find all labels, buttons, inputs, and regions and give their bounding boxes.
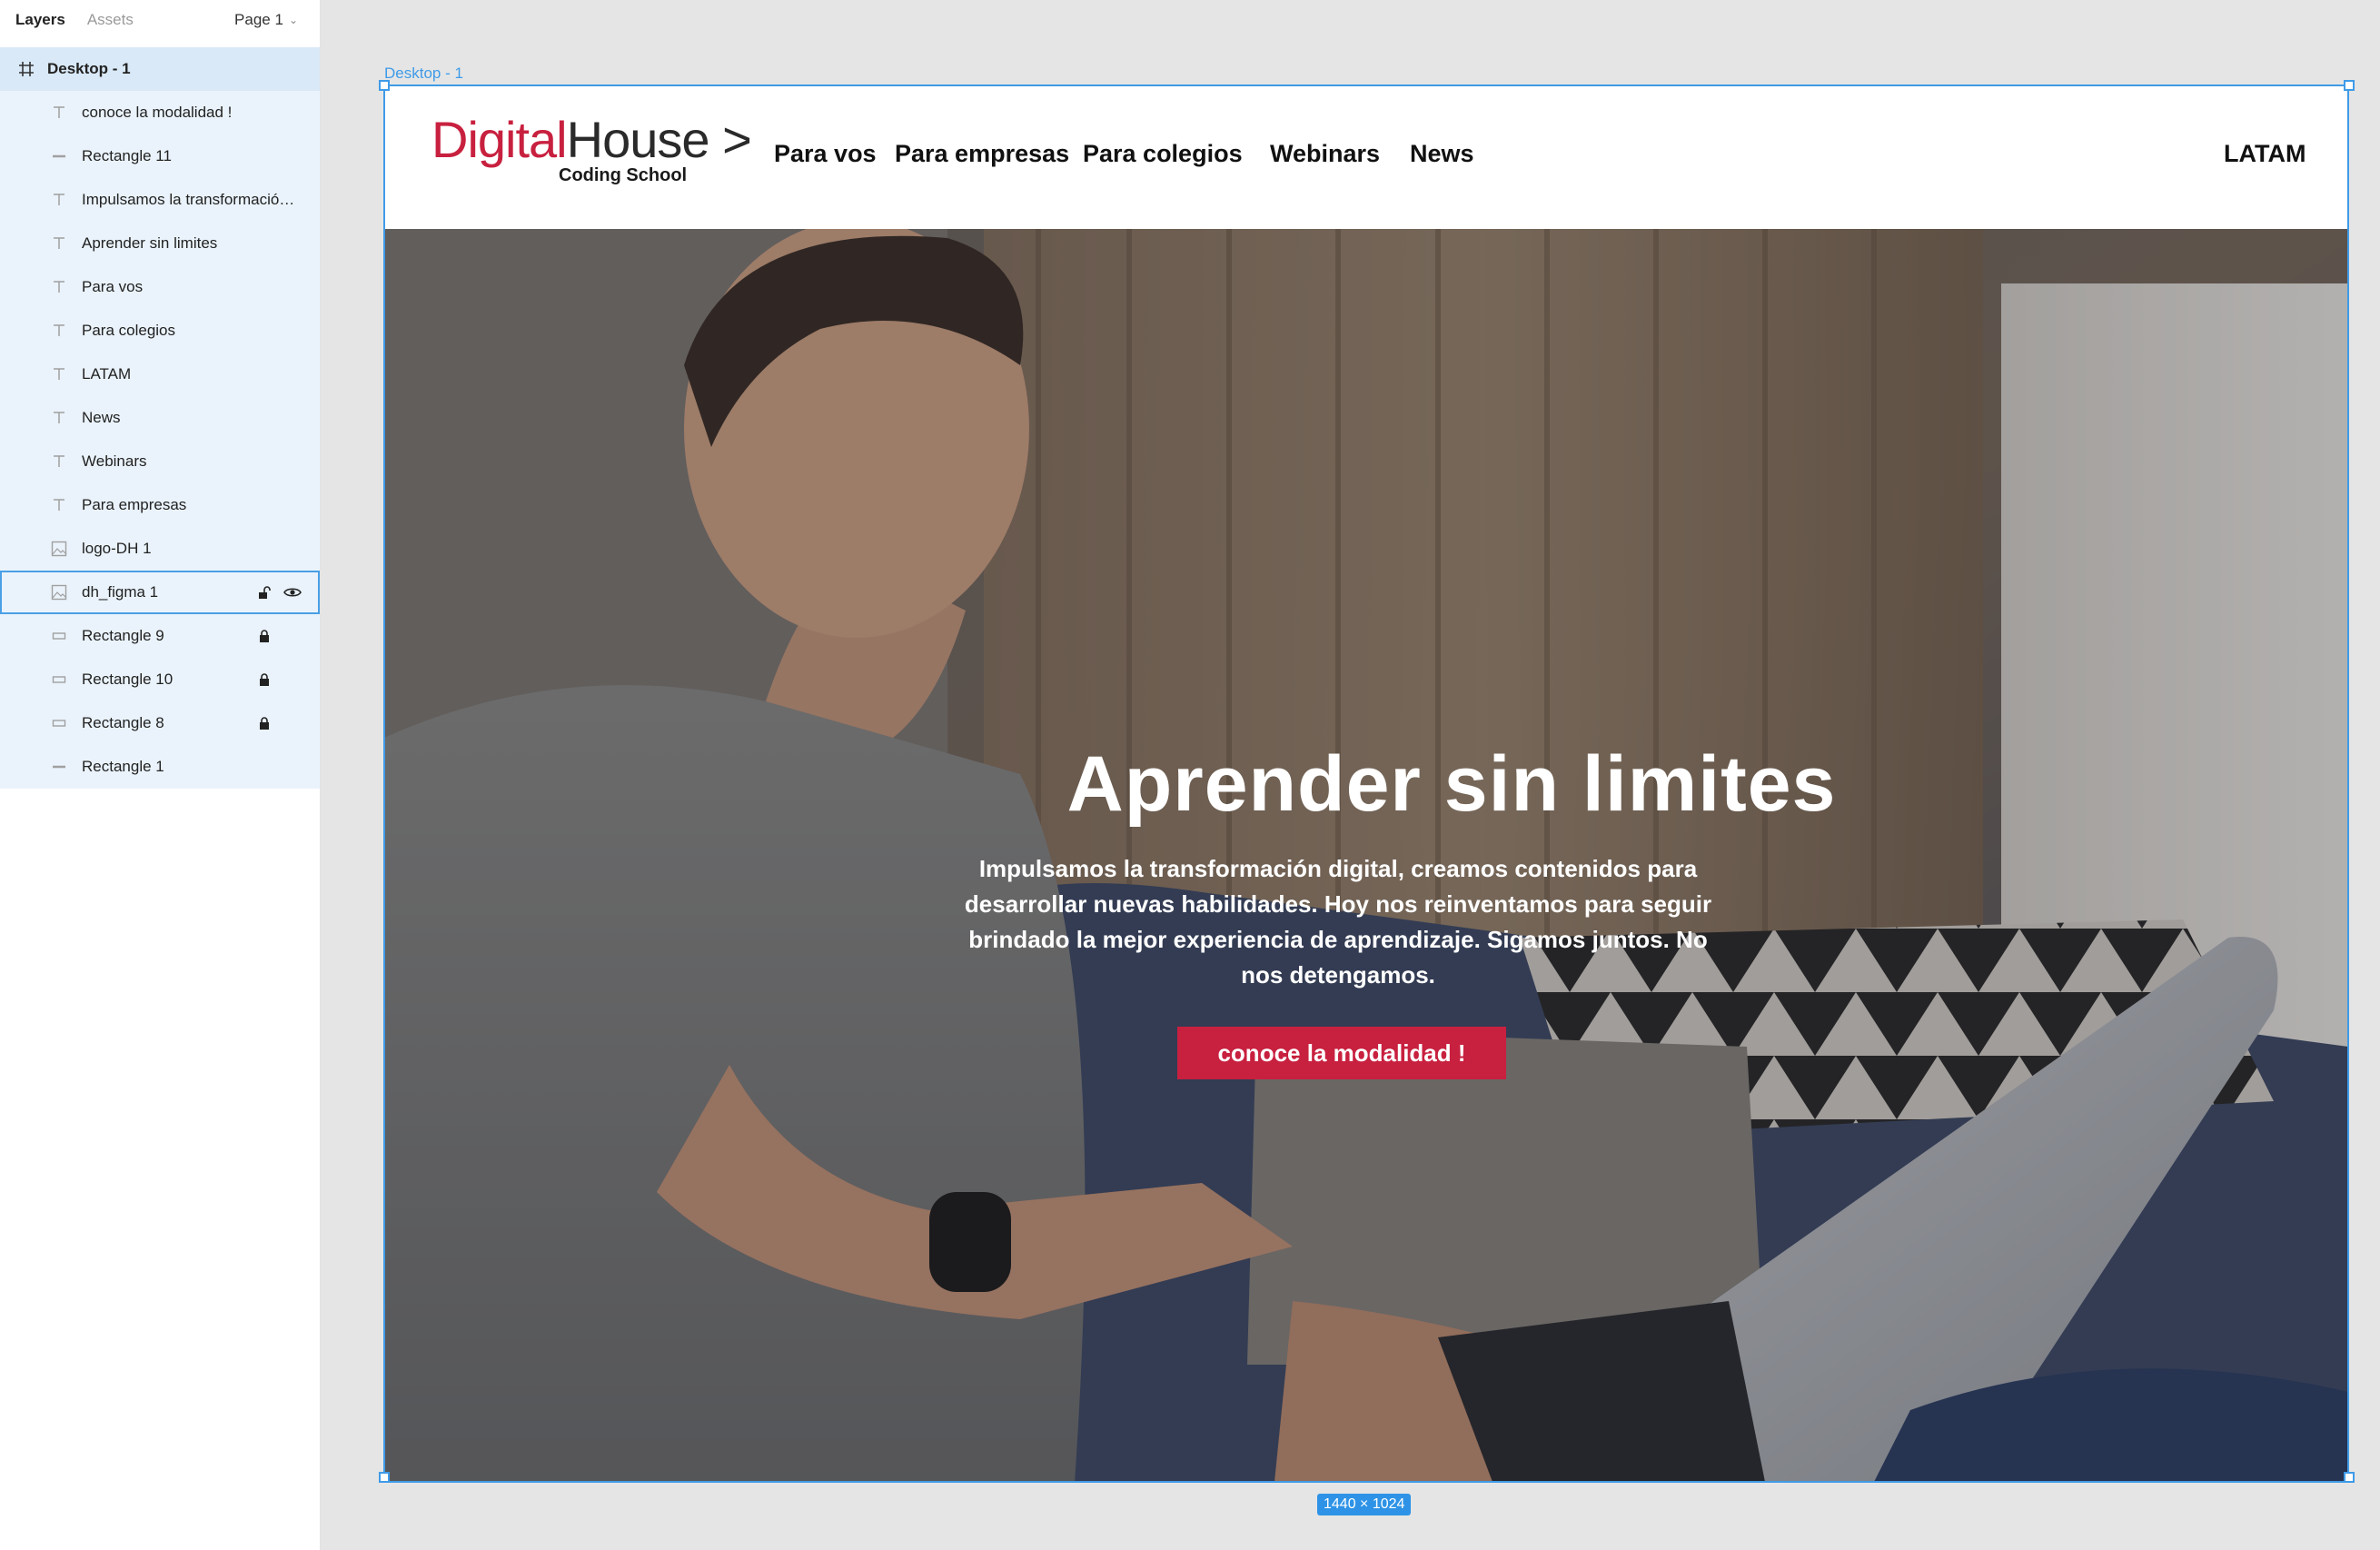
- frame-icon: [16, 59, 36, 79]
- image-layer-icon: [49, 582, 69, 602]
- nav-news[interactable]: News: [1410, 140, 1474, 168]
- layer-row-rectangle-11[interactable]: Rectangle 11: [0, 134, 320, 178]
- layer-row-conoce-la-modalidad[interactable]: conoce la modalidad !: [0, 91, 320, 134]
- layer-name: dh_figma 1: [82, 583, 159, 601]
- layer-row-webinars[interactable]: Webinars: [0, 440, 320, 483]
- text-layer-icon: [49, 103, 69, 123]
- site-header: DigitalHouse > Coding School Para vos Pa…: [384, 85, 2348, 229]
- page-selector[interactable]: Page 1 ⌄: [234, 0, 298, 40]
- layer-name: Rectangle 10: [82, 671, 174, 688]
- nav-para-colegios[interactable]: Para colegios: [1083, 140, 1243, 168]
- panel-tabs: Layers Assets Page 1 ⌄: [0, 0, 320, 40]
- layer-name: Webinars: [82, 452, 147, 470]
- text-layer-icon: [49, 408, 69, 428]
- layer-name: Desktop - 1: [47, 60, 131, 77]
- layer-name: Rectangle 8: [82, 714, 164, 731]
- nav-webinars[interactable]: Webinars: [1270, 140, 1380, 168]
- layer-row-rectangle-10[interactable]: Rectangle 10: [0, 658, 320, 701]
- layer-name: Impulsamos la transformació…: [82, 191, 295, 208]
- layer-name: Rectangle 9: [82, 627, 164, 644]
- layer-row-rectangle-1[interactable]: Rectangle 1: [0, 745, 320, 789]
- layer-row-para-vos[interactable]: Para vos: [0, 265, 320, 309]
- layer-name: logo-DH 1: [82, 540, 152, 557]
- resize-handle-bottom-left[interactable]: [379, 1472, 390, 1483]
- text-layer-icon: [49, 277, 69, 297]
- layer-row-logo-dh-1[interactable]: logo-DH 1: [0, 527, 320, 571]
- layer-name: Rectangle 11: [82, 147, 172, 164]
- logo-subtitle: Coding School: [559, 165, 688, 185]
- layer-name: Rectangle 1: [82, 758, 164, 775]
- layer-row-latam[interactable]: LATAM: [0, 353, 320, 396]
- eye-icon[interactable]: [283, 583, 302, 601]
- logo-arrow: >: [722, 111, 752, 168]
- layer-row-dh-figma-1[interactable]: dh_figma 1: [0, 571, 320, 614]
- cta-button[interactable]: conoce la modalidad !: [1177, 1027, 1506, 1079]
- layer-list: Desktop - 1 conoce la modalidad ! Rectan…: [0, 47, 320, 789]
- layer-name: Aprender sin limites: [82, 234, 218, 252]
- layers-panel: Layers Assets Page 1 ⌄ Desktop - 1 conoc…: [0, 0, 321, 1550]
- chevron-down-icon: ⌄: [288, 14, 298, 26]
- hero-body: Impulsamos la transformación digital, cr…: [964, 855, 1712, 989]
- image-layer-icon: [49, 539, 69, 559]
- text-layer-icon: [49, 452, 69, 472]
- layer-name: Para empresas: [82, 496, 187, 513]
- resize-handle-bottom-right[interactable]: [2344, 1472, 2355, 1483]
- rectangle-layer-icon: [49, 713, 69, 733]
- line-layer-icon: [49, 146, 69, 166]
- unlock-icon[interactable]: [255, 583, 273, 601]
- lock-icon[interactable]: [255, 627, 273, 645]
- text-layer-icon: [49, 495, 69, 515]
- page-label: Page 1: [234, 11, 283, 28]
- layer-row-rectangle-9[interactable]: Rectangle 9: [0, 614, 320, 658]
- lock-icon[interactable]: [255, 671, 273, 689]
- layer-row-rectangle-8[interactable]: Rectangle 8: [0, 701, 320, 745]
- resize-handle-top-right[interactable]: [2344, 80, 2355, 91]
- frame-label[interactable]: Desktop - 1: [384, 65, 463, 83]
- layer-row-impulsamos[interactable]: Impulsamos la transformació…: [0, 178, 320, 222]
- layer-name: conoce la modalidad !: [82, 104, 233, 121]
- text-layer-icon: [49, 321, 69, 341]
- layer-name: Para vos: [82, 278, 144, 295]
- logo[interactable]: DigitalHouse > Coding School: [431, 111, 752, 185]
- text-layer-icon: [49, 233, 69, 253]
- layer-row-news[interactable]: News: [0, 396, 320, 440]
- layer-name: News: [82, 409, 121, 426]
- nav-latam[interactable]: LATAM: [2224, 140, 2306, 168]
- logo-digital-text: Digital: [431, 111, 568, 168]
- hero: Aprender sin limites Impulsamos la trans…: [384, 229, 2348, 1482]
- dimensions-badge: 1440 × 1024: [1317, 1494, 1412, 1515]
- rectangle-layer-icon: [49, 670, 69, 690]
- layer-name: Para colegios: [82, 322, 176, 339]
- logo-house-text: House: [566, 111, 710, 168]
- artboard-desktop-1[interactable]: DigitalHouse > Coding School Para vos Pa…: [384, 85, 2348, 1482]
- nav-para-empresas[interactable]: Para empresas: [895, 140, 1069, 168]
- layer-row-para-empresas[interactable]: Para empresas: [0, 483, 320, 527]
- tab-assets[interactable]: Assets: [87, 11, 134, 29]
- text-layer-icon: [49, 190, 69, 210]
- line-layer-icon: [49, 757, 69, 777]
- layer-name: LATAM: [82, 365, 132, 383]
- logo-wordmark: DigitalHouse >: [431, 111, 752, 169]
- nav-para-vos[interactable]: Para vos: [774, 140, 877, 168]
- text-layer-icon: [49, 364, 69, 384]
- rectangle-layer-icon: [49, 626, 69, 646]
- layer-row-aprender-sin-limites[interactable]: Aprender sin limites: [0, 222, 320, 265]
- layer-row-desktop-1[interactable]: Desktop - 1: [0, 47, 320, 91]
- tab-layers[interactable]: Layers: [15, 11, 65, 29]
- resize-handle-top-left[interactable]: [379, 80, 390, 91]
- lock-icon[interactable]: [255, 714, 273, 732]
- layer-row-para-colegios[interactable]: Para colegios: [0, 309, 320, 353]
- hero-title: Aprender sin limites: [1066, 740, 1837, 828]
